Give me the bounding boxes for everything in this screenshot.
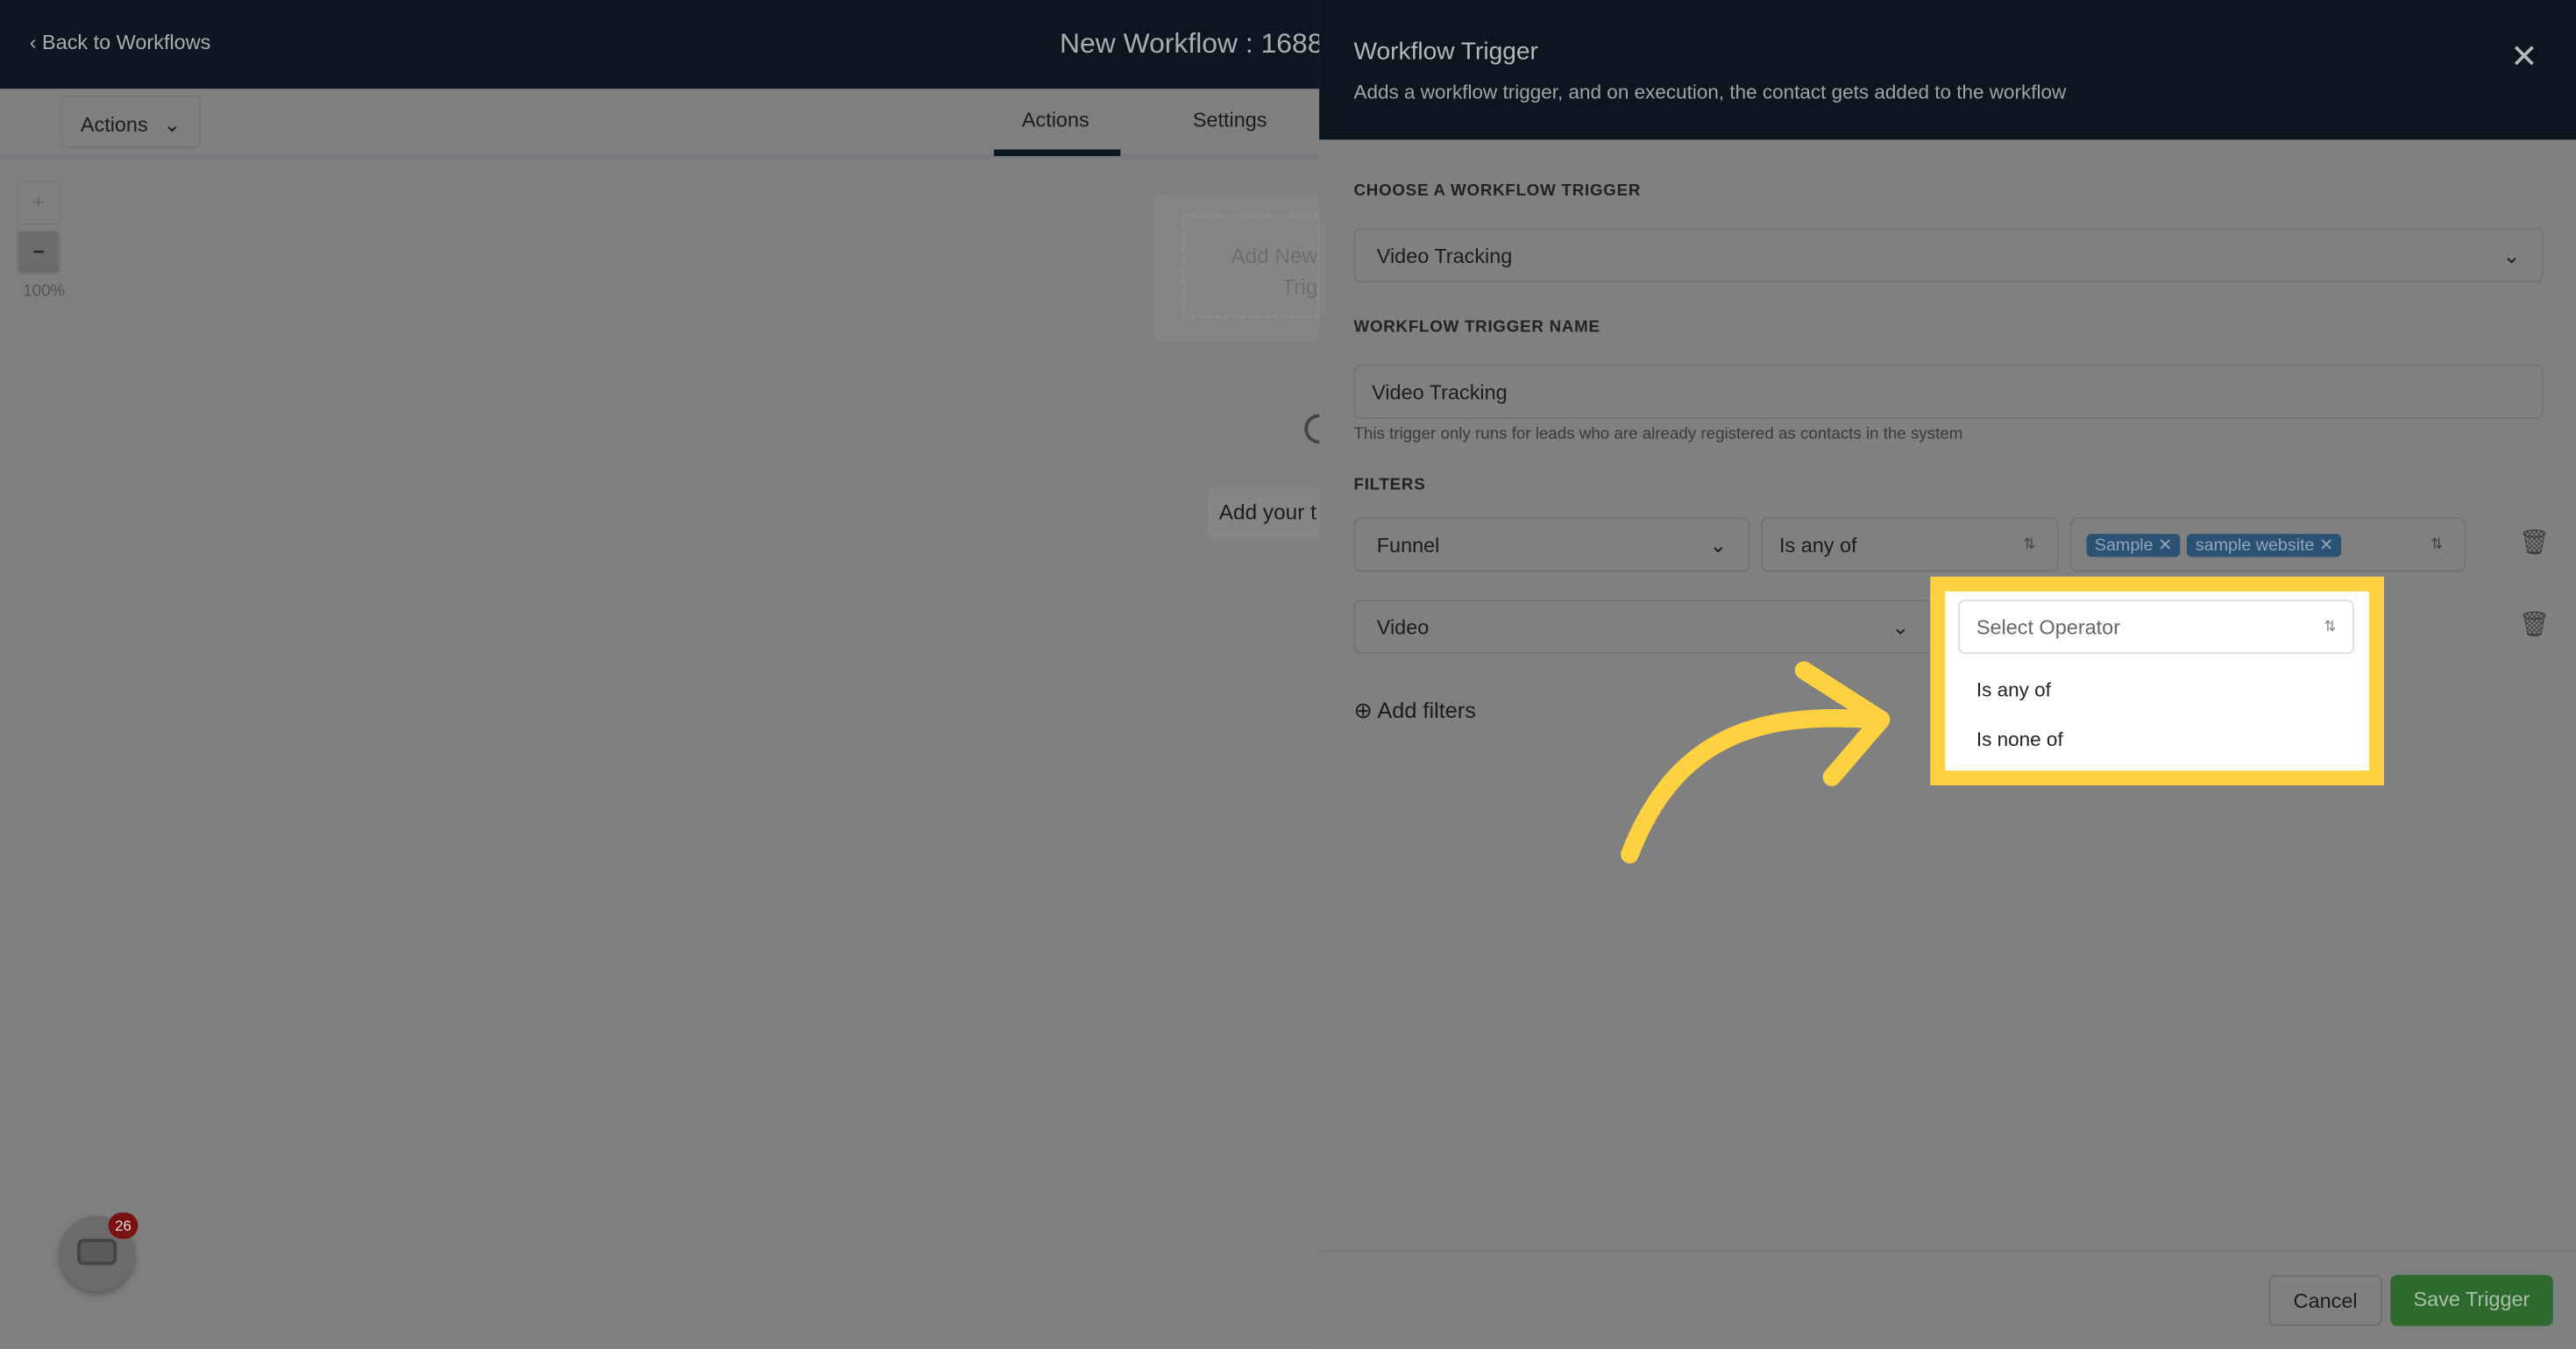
remove-icon[interactable]: ✕ [2319, 536, 2334, 555]
actions-dropdown[interactable]: Actions ⌄ [60, 95, 201, 148]
footer-divider [1319, 1250, 2576, 1253]
save-trigger-button[interactable]: Save Trigger [2390, 1274, 2553, 1326]
filter-1-field-select[interactable]: Funnel ⌄ [1353, 517, 1750, 572]
arrow-annotation-icon [1621, 661, 1891, 863]
chevron-left-icon: ‹ [29, 31, 43, 54]
add-trigger-text[interactable]: Add New Trig [1182, 215, 1320, 317]
filter-2-field-select[interactable]: Video ⌄ [1353, 600, 1933, 655]
workflow-title: New Workflow : 1688 [1059, 27, 1323, 60]
filters-label: FILTERS [1353, 476, 1426, 495]
panel-title: Workflow Trigger [1353, 38, 1538, 66]
active-tab-indicator [994, 149, 1121, 157]
panel-header [1319, 0, 2576, 140]
trigger-name-label: WORKFLOW TRIGGER NAME [1353, 318, 1600, 337]
tab-actions[interactable]: Actions [1022, 109, 1089, 131]
remove-icon[interactable]: ✕ [2158, 536, 2173, 555]
filter-2-operator-select[interactable]: Select Operator ⇅ [1958, 600, 2355, 655]
add-your-text: Add your t [1207, 486, 1323, 539]
value-chip[interactable]: Sample ✕ [2086, 534, 2181, 557]
actions-label: Actions [80, 113, 148, 137]
chat-badge: 26 [108, 1212, 138, 1239]
filter-1-values-select[interactable]: Sample ✕ sample website ✕ ⇅ [2069, 517, 2466, 572]
panel-subtitle: Adds a workflow trigger, and on executio… [1353, 80, 2067, 104]
chat-icon [77, 1239, 117, 1266]
filter-field-value: Funnel [1376, 533, 1440, 557]
chevron-down-icon: ⌄ [2502, 245, 2521, 268]
zoom-in-button[interactable]: + [16, 181, 61, 225]
trash-icon[interactable]: 🗑 [2518, 609, 2550, 639]
trash-icon[interactable]: 🗑 [2518, 528, 2550, 557]
operator-placeholder: Select Operator [1976, 614, 2121, 639]
add-filters-button[interactable]: ⊕ Add filters [1354, 699, 1476, 725]
zoom-level: 100% [23, 282, 66, 302]
sort-arrows-icon: ⇅ [2023, 536, 2036, 552]
close-icon[interactable]: ✕ [2510, 36, 2537, 77]
trigger-value: Video Tracking [1376, 244, 1513, 267]
chevron-down-icon: ⌄ [163, 113, 181, 137]
filter-operator-value: Is any of [1778, 533, 1857, 557]
plus-circle-icon: ⊕ [1353, 698, 1373, 723]
filter-1-operator-select[interactable]: Is any of ⇅ [1761, 517, 2059, 572]
chip-label: sample website [2195, 536, 2315, 556]
option-is-any-of[interactable]: Is any of [1976, 678, 2051, 701]
filter-field-value: Video [1376, 614, 1430, 639]
trigger-select[interactable]: Video Tracking ⌄ [1353, 228, 2544, 283]
trigger-hint: This trigger only runs for leads who are… [1353, 425, 1963, 444]
sort-arrows-icon: ⇅ [2324, 617, 2337, 635]
back-label: Back to Workflows [42, 31, 211, 54]
tab-settings[interactable]: Settings [1193, 109, 1267, 131]
trigger-name-input[interactable]: Video Tracking [1353, 365, 2544, 419]
chevron-down-icon: ⌄ [1709, 534, 1727, 557]
value-chip[interactable]: sample website ✕ [2187, 534, 2342, 557]
option-is-none-of[interactable]: Is none of [1976, 728, 2063, 750]
back-to-workflows-link[interactable]: ‹ Back to Workflows [30, 32, 211, 54]
sort-arrows-icon: ⇅ [2431, 536, 2444, 552]
add-filters-label: Add filters [1377, 698, 1476, 723]
zoom-out-button[interactable]: − [16, 230, 61, 275]
chevron-down-icon: ⌄ [1891, 615, 1910, 640]
cancel-button[interactable]: Cancel [2268, 1274, 2382, 1326]
choose-trigger-label: CHOOSE A WORKFLOW TRIGGER [1353, 182, 1642, 201]
chip-label: Sample [2094, 536, 2154, 556]
